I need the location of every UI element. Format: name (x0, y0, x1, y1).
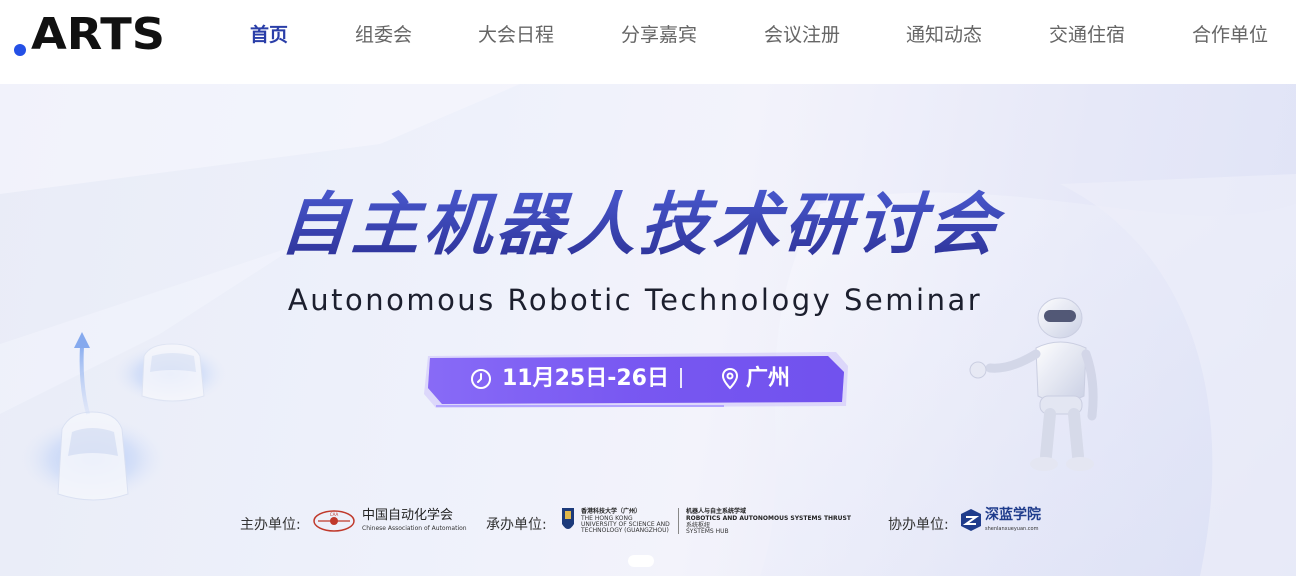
hero-banner: 自主机器人技术研讨会 Autonomous Robotic Technology… (0, 84, 1296, 576)
hkust-name-en-3: TECHNOLOGY (GUANGZHOU) (581, 527, 669, 534)
clock-icon (471, 369, 491, 389)
hero-title: 自主机器人技术研讨会 (237, 184, 1043, 268)
organizer-label: 承办单位: (486, 517, 547, 533)
organizer-hkust: 承办单位: 香港科技大学（广州） THE HONG KONG UNIVERSIT… (486, 504, 866, 544)
host-name: 中国自动化学会 (362, 508, 454, 523)
hero-subtitle: Autonomous Robotic Technology Seminar (287, 283, 983, 317)
caa-seal-text: CAA (330, 512, 339, 517)
hkust-crest-icon (562, 508, 574, 529)
carousel-dot-active[interactable] (628, 555, 654, 567)
host-english: Chinese Association of Automation (362, 525, 467, 532)
nav-item-registration[interactable]: 会议注册 (764, 22, 840, 48)
co-organizer-name: 深蓝学院 (985, 507, 1041, 523)
caa-logo-icon: CAA (313, 510, 355, 532)
nav-item-news[interactable]: 通知动态 (906, 22, 982, 48)
nav-item-partners[interactable]: 合作单位 (1192, 22, 1268, 48)
nav-item-home[interactable]: 首页 (250, 22, 288, 48)
nav-item-speakers[interactable]: 分享嘉宾 (621, 22, 697, 48)
event-date: 11月25日-26日 (502, 366, 669, 391)
co-organizer-url: shenlanxueyuan.com (985, 526, 1039, 532)
site-header: ARTS 首页 组委会 大会日程 分享嘉宾 会议注册 通知动态 交通住宿 合作单… (0, 0, 1296, 84)
location-pin-icon (721, 367, 739, 390)
hub-name-en: SYSTEMS HUB (686, 528, 729, 535)
logo-dot (14, 44, 26, 56)
hkust-name-cn: 香港科技大学（广州） (581, 508, 642, 515)
arts-logo[interactable]: ARTS (14, 9, 165, 60)
shenlan-logo-icon (961, 509, 981, 531)
thrust-name-en: ROBOTICS AND AUTONOMOUS SYSTEMS THRUST (686, 515, 851, 522)
logo-text: ARTS (31, 9, 166, 60)
event-city: 广州 (746, 366, 791, 391)
nav-item-travel[interactable]: 交通住宿 (1049, 22, 1125, 48)
event-info-badge: 11月25日-26日 广州 (424, 350, 848, 408)
nav-item-committee[interactable]: 组委会 (355, 22, 412, 48)
host-label: 主办单位: (240, 517, 301, 533)
organizer-divider (678, 508, 679, 534)
co-organizer: 协办单位: 深蓝学院 shenlanxueyuan.com (888, 504, 1058, 544)
hero-background-illustration (0, 84, 1296, 576)
co-organizer-label: 协办单位: (888, 517, 949, 533)
nav-item-schedule[interactable]: 大会日程 (478, 22, 554, 48)
badge-divider (680, 368, 682, 388)
thrust-name-cn: 机器人与自主系统学域 (686, 508, 747, 515)
host-organizer: 主办单位: CAA 中国自动化学会 Chinese Association of… (240, 504, 500, 544)
